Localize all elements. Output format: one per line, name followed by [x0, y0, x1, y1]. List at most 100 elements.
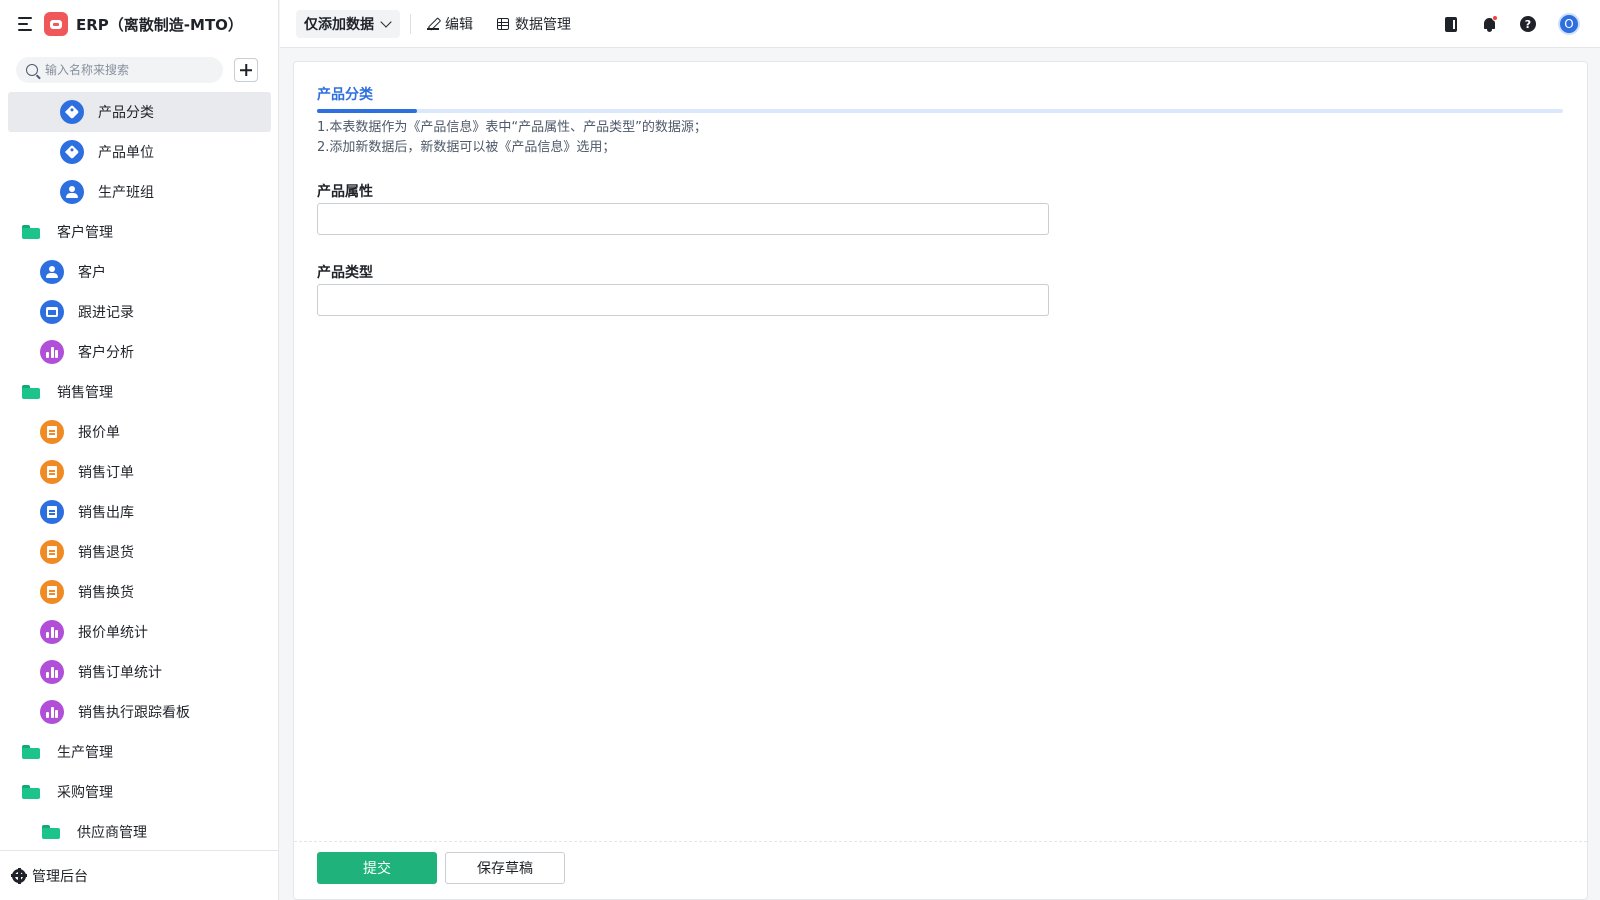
document-icon — [40, 580, 64, 604]
toolbar-divider — [410, 13, 411, 34]
sidebar-item-label: 生产班组 — [98, 185, 154, 201]
data-manage-button[interactable]: 数据管理 — [497, 14, 571, 34]
folder-icon — [22, 745, 40, 759]
progress-bar — [317, 109, 1563, 113]
bell-icon[interactable] — [1483, 15, 1498, 32]
document-icon — [40, 500, 64, 524]
sidebar-item[interactable]: 跟进记录 — [0, 292, 279, 332]
sidebar-item-label: 销售出库 — [78, 505, 134, 521]
sidebar-item[interactable]: 销售出库 — [0, 492, 279, 532]
sidebar-item[interactable]: 产品单位 — [0, 132, 279, 172]
admin-console-label: 管理后台 — [32, 868, 88, 885]
sidebar-item[interactable]: 客户 — [0, 252, 279, 292]
sidebar: ERP（离散制造-MTO） 产品分类产品单位生产班组客户管理客户跟进记录客户分析… — [0, 0, 279, 900]
section-title: 产品分类 — [317, 87, 373, 103]
form-description: 1.本表数据作为《产品信息》表中“产品属性、产品类型”的数据源； 2.添加新数据… — [317, 118, 707, 158]
sidebar-item-label: 客户 — [78, 265, 106, 281]
form-card: 产品分类 1.本表数据作为《产品信息》表中“产品属性、产品类型”的数据源； 2.… — [293, 61, 1588, 900]
sidebar-item-label: 销售订单统计 — [78, 665, 162, 681]
notification-dot — [1492, 15, 1498, 21]
sidebar-item-label: 报价单 — [78, 425, 120, 441]
sidebar-item-label: 跟进记录 — [78, 305, 134, 321]
data-manage-label: 数据管理 — [515, 16, 571, 33]
menu-toggle-icon[interactable] — [18, 17, 34, 31]
sidebar-item-label: 生产管理 — [57, 745, 113, 761]
sidebar-item[interactable]: 客户管理 — [0, 212, 279, 252]
pencil-icon — [427, 18, 439, 30]
sidebar-item[interactable]: 销售退货 — [0, 532, 279, 572]
sidebar-item[interactable]: 销售换货 — [0, 572, 279, 612]
gear-icon — [11, 867, 27, 884]
document-icon — [40, 540, 64, 564]
book-icon[interactable] — [1445, 16, 1457, 32]
description-line: 1.本表数据作为《产品信息》表中“产品属性、产品类型”的数据源； — [317, 120, 707, 135]
admin-console-link[interactable]: 管理后台 — [0, 850, 278, 900]
help-icon[interactable]: ? — [1520, 16, 1536, 32]
product-type-input[interactable] — [317, 284, 1049, 316]
sidebar-item-label: 客户管理 — [57, 225, 113, 241]
folder-icon — [22, 785, 40, 799]
sidebar-item-label: 销售执行跟踪看板 — [78, 705, 190, 721]
bar-chart-icon — [40, 620, 64, 644]
tag-icon — [60, 100, 84, 124]
sidebar-item[interactable]: 销售订单统计 — [0, 652, 279, 692]
view-mode-select[interactable]: 仅添加数据 — [296, 9, 400, 38]
edit-button[interactable]: 编辑 — [427, 14, 473, 34]
folder-icon — [42, 825, 60, 839]
topbar: 仅添加数据 编辑 数据管理 ? O — [280, 0, 1600, 48]
form-footer: 提交 保存草稿 — [294, 841, 1587, 899]
progress-fill — [317, 109, 417, 113]
sidebar-item[interactable]: 报价单统计 — [0, 612, 279, 652]
sidebar-item[interactable]: 产品分类 — [8, 92, 271, 132]
edit-label: 编辑 — [445, 16, 473, 33]
product-attribute-input[interactable] — [317, 203, 1049, 235]
sidebar-item[interactable]: 销售管理 — [0, 372, 279, 412]
search-input[interactable] — [45, 63, 215, 77]
sidebar-item-label: 客户分析 — [78, 345, 134, 361]
sidebar-item[interactable]: 报价单 — [0, 412, 279, 452]
save-draft-button[interactable]: 保存草稿 — [445, 852, 565, 884]
chevron-down-icon — [380, 15, 392, 28]
topbar-right: ? O — [1445, 0, 1600, 48]
sidebar-item-label: 销售退货 — [78, 545, 134, 561]
add-item-button[interactable] — [234, 58, 258, 82]
avatar[interactable]: O — [1558, 13, 1580, 35]
document-icon — [40, 420, 64, 444]
app-title: ERP（离散制造-MTO） — [76, 15, 243, 34]
tag-icon — [60, 140, 84, 164]
search-box[interactable] — [16, 57, 223, 83]
field-label-product-type: 产品类型 — [317, 265, 373, 281]
search-icon — [26, 64, 38, 76]
app-logo-icon — [44, 12, 68, 36]
view-mode-label: 仅添加数据 — [304, 16, 374, 33]
sidebar-item[interactable]: 客户分析 — [0, 332, 279, 372]
bar-chart-icon — [40, 340, 64, 364]
inbox-icon — [40, 300, 64, 324]
submit-button[interactable]: 提交 — [317, 852, 437, 884]
person-icon — [60, 180, 84, 204]
bar-chart-icon — [40, 700, 64, 724]
sidebar-item-label: 供应商管理 — [77, 825, 147, 841]
sidebar-item-label: 销售订单 — [78, 465, 134, 481]
sidebar-item[interactable]: 采购管理 — [0, 772, 279, 812]
sidebar-item[interactable]: 供应商管理 — [0, 812, 279, 850]
sidebar-item-label: 销售管理 — [57, 385, 113, 401]
folder-icon — [22, 385, 40, 399]
sidebar-header: ERP（离散制造-MTO） — [0, 0, 278, 48]
sidebar-item-label: 采购管理 — [57, 785, 113, 801]
sidebar-nav: 产品分类产品单位生产班组客户管理客户跟进记录客户分析销售管理报价单销售订单销售出… — [0, 92, 279, 850]
sidebar-item[interactable]: 销售执行跟踪看板 — [0, 692, 279, 732]
sidebar-search-row — [0, 48, 278, 92]
sidebar-item[interactable]: 生产班组 — [0, 172, 279, 212]
field-label-product-attribute: 产品属性 — [317, 184, 373, 200]
table-icon — [497, 17, 509, 30]
sidebar-item-label: 产品分类 — [98, 105, 154, 121]
sidebar-item-label: 销售换货 — [78, 585, 134, 601]
sidebar-item[interactable]: 销售订单 — [0, 452, 279, 492]
sidebar-item-label: 产品单位 — [98, 145, 154, 161]
sidebar-item[interactable]: 生产管理 — [0, 732, 279, 772]
folder-icon — [22, 225, 40, 239]
sidebar-item-label: 报价单统计 — [78, 625, 148, 641]
bar-chart-icon — [40, 660, 64, 684]
person-icon — [40, 260, 64, 284]
